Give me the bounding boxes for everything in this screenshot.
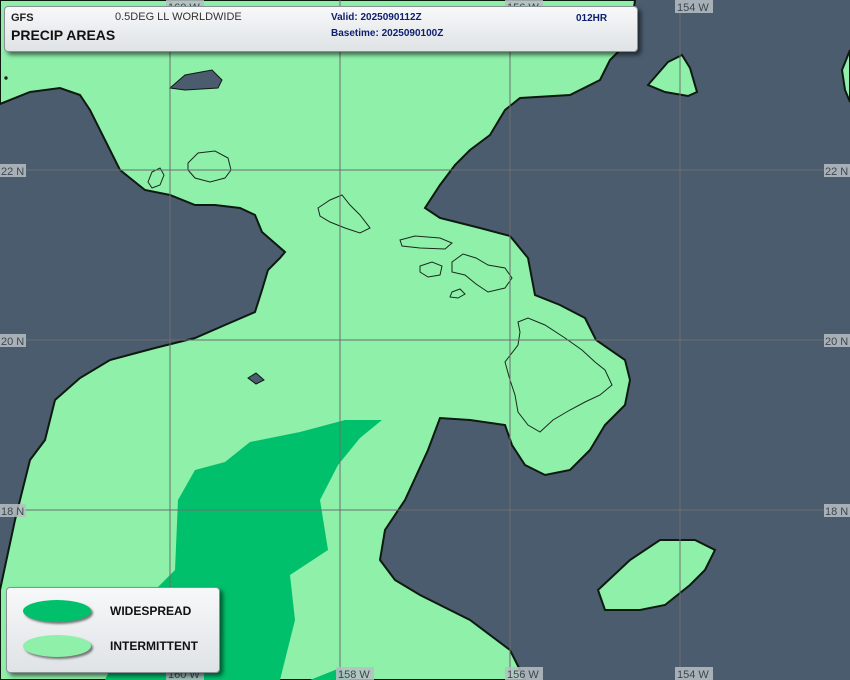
lat-label: 18 N (825, 506, 848, 518)
lon-label: 158 W (338, 669, 370, 680)
lon-label: 154 W (677, 2, 709, 14)
model-name: GFS (11, 12, 34, 24)
lat-label: 20 N (825, 336, 848, 348)
map-header-panel: GFS 0.5DEG LL WORLDWIDE PRECIP AREAS Val… (4, 6, 638, 52)
lat-label: 22 N (825, 166, 848, 178)
lat-label: 20 N (1, 336, 24, 348)
intermittent-swatch-icon (23, 635, 91, 657)
widespread-swatch-icon (23, 600, 91, 622)
legend-panel: WIDESPREAD INTERMITTENT (6, 587, 220, 673)
legend-label-intermittent: INTERMITTENT (110, 639, 198, 653)
forecast-hour: 012HR (576, 13, 608, 24)
legend-label-widespread: WIDESPREAD (110, 604, 192, 618)
grid-description: 0.5DEG LL WORLDWIDE (115, 11, 242, 23)
precip-map: 160 W 156 W 154 W 160 W 158 W 156 W 154 … (0, 0, 850, 680)
lon-label: 154 W (677, 669, 709, 680)
lon-label: 156 W (507, 669, 539, 680)
base-time: Basetime: 2025090100Z (331, 28, 444, 39)
valid-time: Valid: 2025090112Z (331, 12, 422, 23)
lat-label: 18 N (1, 506, 24, 518)
product-title: PRECIP AREAS (11, 27, 116, 43)
lat-label: 22 N (1, 166, 24, 178)
